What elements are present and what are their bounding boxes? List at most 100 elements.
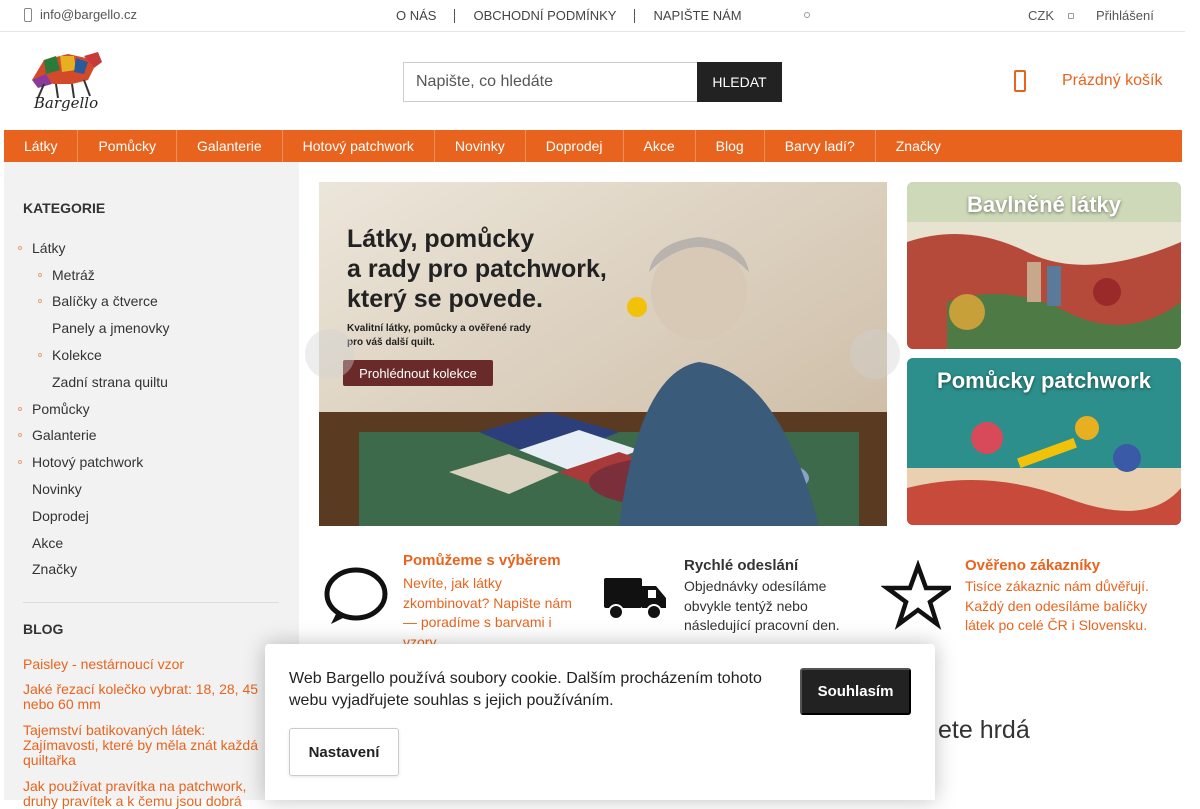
menu-item-akce[interactable]: Akce xyxy=(624,130,696,162)
category-label: Akce xyxy=(32,535,64,551)
benefit-title: Ověřeno zákazníky xyxy=(965,557,1101,574)
currency-label: CZK xyxy=(1028,8,1054,23)
hero-title: Látky, pomůcky a rady pro patchwork, kte… xyxy=(347,225,607,313)
blog-heading: BLOG xyxy=(23,621,64,637)
category-label: Zadní strana quiltu xyxy=(52,374,168,390)
svg-text:Bargello: Bargello xyxy=(33,94,98,112)
menu-item-blog[interactable]: Blog xyxy=(696,130,765,162)
category-item[interactable]: Kolekce xyxy=(38,347,102,363)
benefit-text: Nevíte, jak látky zkombinovat? Napište n… xyxy=(403,575,572,650)
benefit-text: Tisíce zákaznic nám důvěřují. Každý den … xyxy=(965,578,1149,633)
bullet-icon xyxy=(38,299,42,303)
category-item[interactable]: Pomůcky xyxy=(18,401,90,417)
menu-item-doprodej[interactable]: Doprodej xyxy=(526,130,624,162)
banner-label: Pomůcky patchwork xyxy=(937,368,1151,393)
category-item[interactable]: Galanterie xyxy=(18,427,97,443)
category-item[interactable]: Panely a jmenovky xyxy=(38,320,170,336)
categories-heading: KATEGORIE xyxy=(23,200,106,216)
bullet-icon xyxy=(38,273,42,277)
category-label: Hotový patchwork xyxy=(32,454,144,470)
chat-bubble-icon xyxy=(324,567,388,624)
menu-item-novinky[interactable]: Novinky xyxy=(435,130,526,162)
menu-item-galanterie[interactable]: Galanterie xyxy=(177,130,283,162)
main-menu: Látky Pomůcky Galanterie Hotový patchwor… xyxy=(4,130,1182,162)
category-label: Metráž xyxy=(52,267,95,283)
category-item[interactable]: Zadní strana quiltu xyxy=(38,374,168,390)
category-item[interactable]: Metráž xyxy=(38,267,95,283)
star-icon xyxy=(881,560,951,630)
nav-separator xyxy=(454,8,456,23)
banner-cotton-fabrics[interactable]: Bavlněné látky xyxy=(907,182,1181,349)
benefit-help: Pomůžeme s výběrem Nevíte, jak látky zko… xyxy=(319,552,589,650)
sidebar-divider xyxy=(23,602,279,603)
email-text: info@bargello.cz xyxy=(40,7,138,22)
category-item[interactable]: Akce xyxy=(18,535,63,551)
category-label: Novinky xyxy=(32,481,82,497)
top-nav-terms[interactable]: OBCHODNÍ PODMÍNKY xyxy=(473,8,616,23)
contact-email[interactable]: info@bargello.cz xyxy=(24,7,137,22)
category-label: Galanterie xyxy=(32,427,97,443)
blog-post-link[interactable]: Jaké řezací kolečko vybrat: 18, 28, 45 n… xyxy=(23,682,273,712)
carousel-prev-button[interactable] xyxy=(305,329,355,379)
nav-separator xyxy=(634,8,636,23)
menu-item-znacky[interactable]: Značky xyxy=(876,130,961,162)
search-button[interactable]: HLEDAT xyxy=(697,62,782,102)
sidebar: KATEGORIE Látky Metráž Balíčky a čtverce… xyxy=(4,162,299,809)
logo-horse-icon: Bargello xyxy=(32,52,102,112)
category-item[interactable]: Značky xyxy=(18,561,77,577)
bullet-icon xyxy=(18,407,22,411)
cookie-consent-bar: Web Bargello používá soubory cookie. Dal… xyxy=(265,644,935,800)
banner-patchwork-tools[interactable]: Pomůcky patchwork xyxy=(907,358,1181,525)
category-label: Panely a jmenovky xyxy=(52,320,170,336)
benefit-title: Rychlé odeslání xyxy=(684,557,799,574)
hero-subtitle: Kvalitní látky, pomůcky a ověřené rady p… xyxy=(347,323,531,348)
search-form: HLEDAT xyxy=(403,62,782,102)
logo[interactable]: Bargello xyxy=(24,50,108,112)
cart-link[interactable]: Prázdný košík xyxy=(1014,70,1162,92)
bullet-icon xyxy=(18,460,22,464)
category-item[interactable]: Hotový patchwork xyxy=(18,454,143,470)
benefit-verified: Ověřeno zákazníky Tisíce zákaznic nám dů… xyxy=(881,552,1171,642)
category-label: Doprodej xyxy=(32,508,89,524)
more-icon[interactable] xyxy=(804,12,810,18)
cookie-text: Web Bargello používá soubory cookie. Dal… xyxy=(289,670,762,709)
top-nav-about[interactable]: O NÁS xyxy=(396,8,436,23)
top-nav-contact[interactable]: NAPIŠTE NÁM xyxy=(653,8,741,23)
search-input[interactable] xyxy=(403,62,697,102)
login-link[interactable]: Přihlášení xyxy=(1096,8,1154,23)
category-label: Kolekce xyxy=(52,347,102,363)
menu-item-barvy-ladi[interactable]: Barvy ladí? xyxy=(765,130,876,162)
category-item[interactable]: Novinky xyxy=(18,481,82,497)
benefit-text: Objednávky odesíláme obvykle tentýž nebo… xyxy=(684,578,840,633)
hero-banner[interactable]: Látky, pomůcky a rady pro patchwork, kte… xyxy=(319,182,887,526)
top-bar: info@bargello.cz O NÁS OBCHODNÍ PODMÍNKY… xyxy=(0,0,1185,32)
hero-cta-button[interactable]: Prohlédnout kolekce xyxy=(343,360,493,386)
section-heading: ete hrdá xyxy=(938,716,1030,744)
cookie-agree-button[interactable]: Souhlasím xyxy=(800,668,911,715)
blog-post-link[interactable]: Tajemství batikovaných látek: Zajímavost… xyxy=(23,723,273,768)
benefit-title: Pomůžeme s výběrem xyxy=(403,552,561,569)
truck-icon xyxy=(604,578,666,620)
cart-label: Prázdný košík xyxy=(1062,72,1163,89)
category-label: Pomůcky xyxy=(32,401,90,417)
cookie-settings-button[interactable]: Nastavení xyxy=(289,728,399,776)
benefit-shipping: Rychlé odeslání Objednávky odesíláme obv… xyxy=(600,552,870,642)
chevron-down-icon xyxy=(1068,12,1074,19)
phone-icon xyxy=(24,7,32,22)
blog-post-link[interactable]: Jak používat pravítka na patchwork, druh… xyxy=(23,779,273,809)
category-item[interactable]: Látky xyxy=(18,240,65,256)
bullet-icon xyxy=(18,433,22,437)
category-label: Značky xyxy=(32,561,78,577)
menu-item-pomucky[interactable]: Pomůcky xyxy=(78,130,178,162)
banner-label: Bavlněné látky xyxy=(966,192,1122,217)
cart-icon xyxy=(1014,70,1026,92)
category-label: Látky xyxy=(32,240,66,256)
blog-post-link[interactable]: Paisley - nestárnoucí vzor xyxy=(23,657,273,672)
currency-selector[interactable]: CZK xyxy=(1028,8,1074,23)
carousel-next-button[interactable] xyxy=(850,329,900,379)
category-item[interactable]: Balíčky a čtverce xyxy=(38,293,158,309)
menu-item-hotovy-patchwork[interactable]: Hotový patchwork xyxy=(283,130,435,162)
menu-item-latky[interactable]: Látky xyxy=(4,130,79,162)
bullet-icon xyxy=(18,246,22,250)
category-item[interactable]: Doprodej xyxy=(18,508,89,524)
